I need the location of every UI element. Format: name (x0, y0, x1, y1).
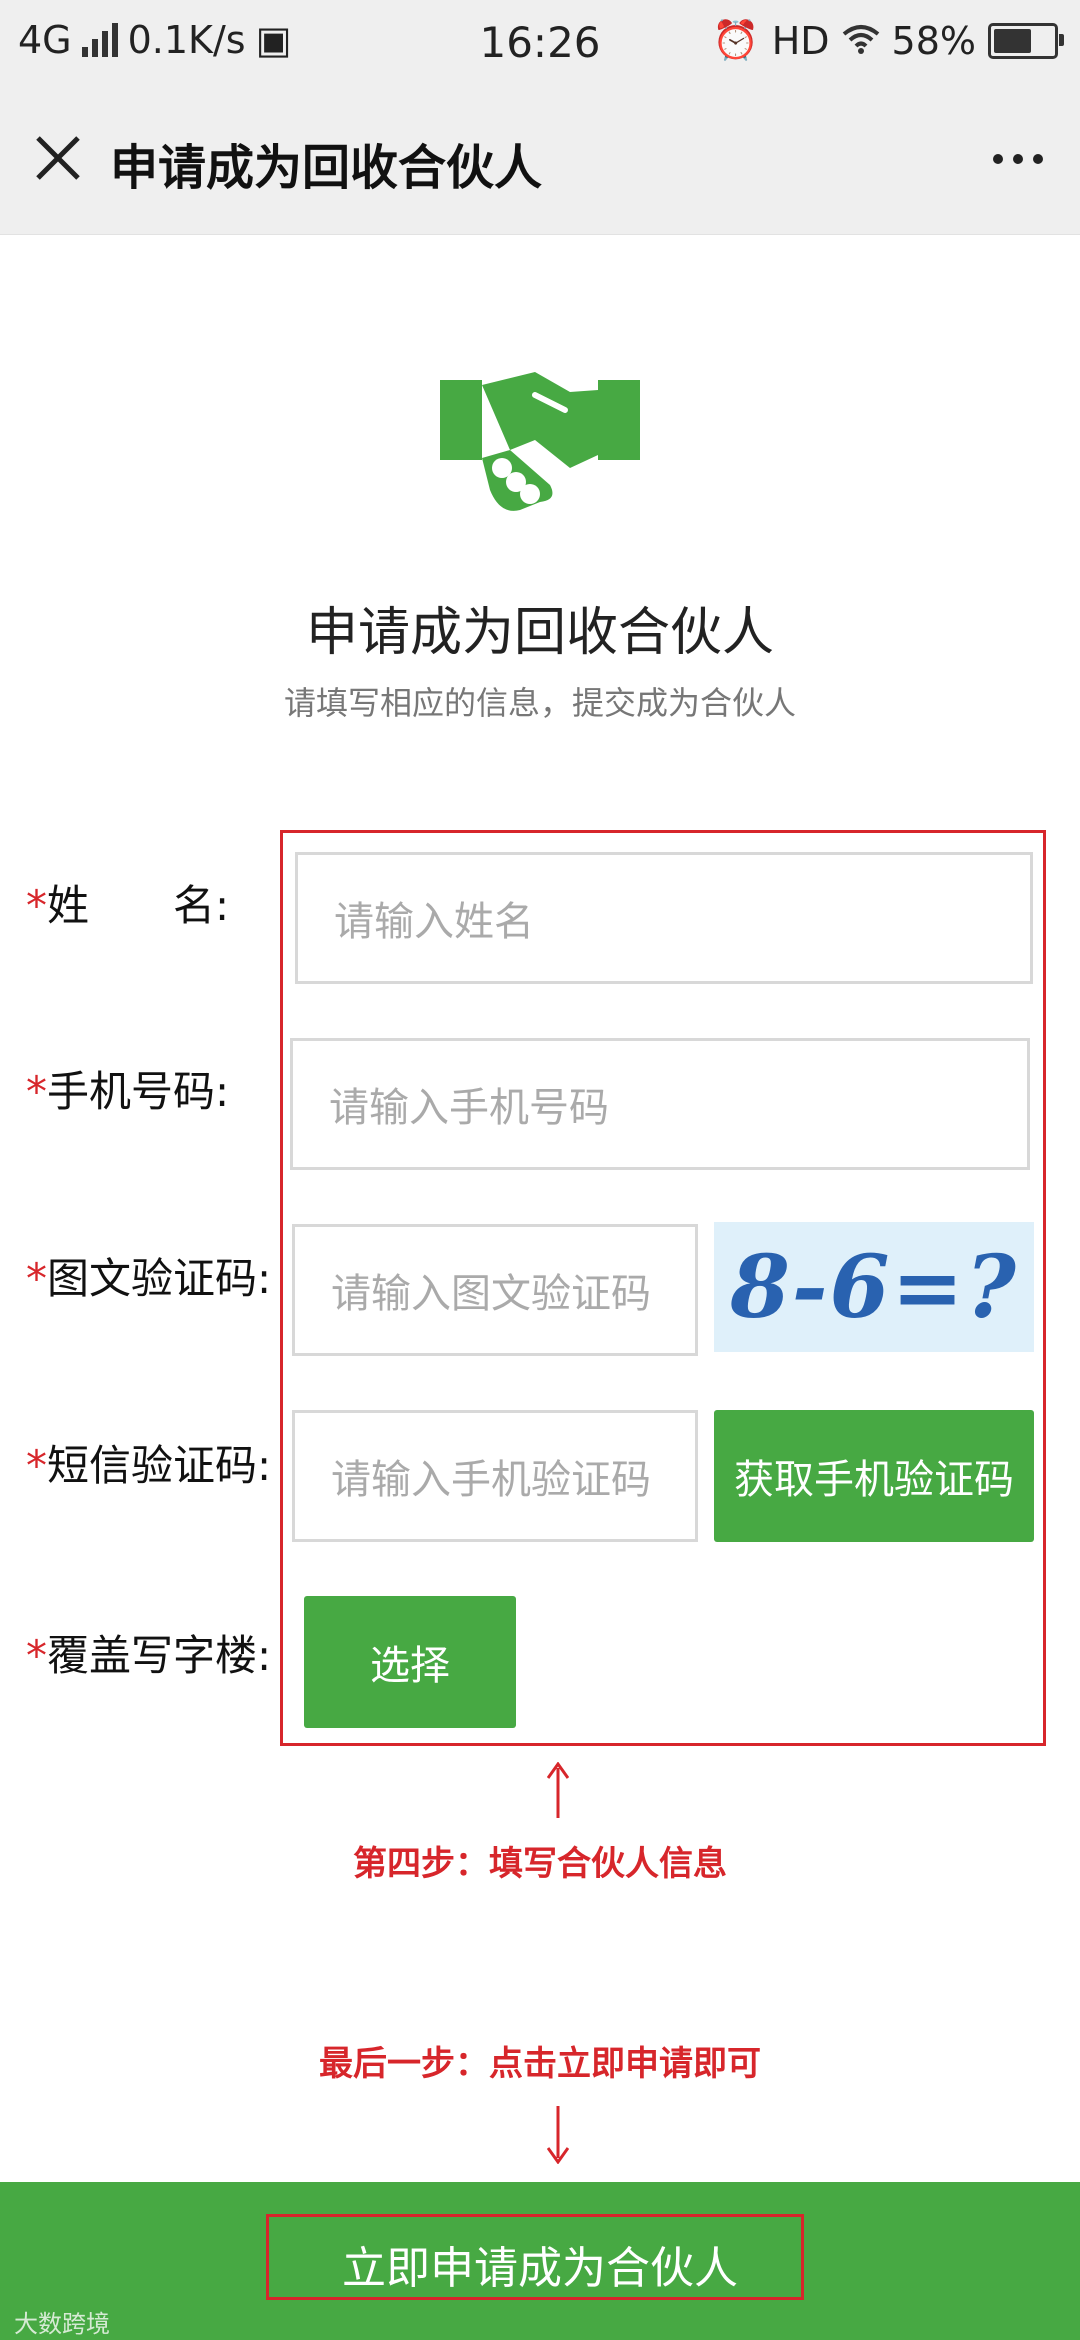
sms-code-input[interactable]: 请输入手机验证码 (292, 1410, 698, 1542)
watermark: 大数跨境 (14, 2310, 110, 2338)
phone-label-text: 手机号码: (47, 1067, 230, 1116)
name-label: *姓 名: (26, 872, 229, 933)
final-step-note: 最后一步：点击立即申请即可 (319, 2044, 761, 2084)
get-sms-code-button[interactable]: 获取手机验证码 (714, 1410, 1034, 1542)
name-input[interactable]: 请输入姓名 (295, 852, 1033, 984)
building-label-text: 覆盖写字楼: (47, 1631, 272, 1680)
captcha-image[interactable]: 8-6=? (714, 1222, 1034, 1352)
hero-title: 申请成为回收合伙人 (305, 603, 774, 663)
wifi-icon (842, 19, 880, 63)
captcha-image-text: 8-6=? (730, 1236, 1018, 1338)
required-mark: * (26, 1254, 47, 1303)
phone-placeholder: 请输入手机号码 (329, 1085, 609, 1131)
status-right: ⏰ HD 58% (712, 18, 1064, 63)
hero-subtitle: 请填写相应的信息，提交成为合伙人 (283, 684, 796, 722)
more-options-icon[interactable] (988, 144, 1048, 174)
captcha-input[interactable]: 请输入图文验证码 (292, 1224, 698, 1356)
arrow-up-icon (547, 1762, 569, 1818)
select-building-button[interactable]: 选择 (304, 1596, 516, 1728)
status-bar: 4G 0.1K/s ▣ 16:26 ⏰ HD 58% (0, 0, 1080, 84)
building-label: *覆盖写字楼: (26, 1622, 271, 1683)
title-bar: 申请成为回收合伙人 (0, 84, 1080, 235)
captcha-placeholder: 请输入图文验证码 (331, 1271, 651, 1317)
battery-icon (988, 22, 1064, 59)
arrow-down-icon (547, 2106, 569, 2164)
alarm-icon: ⏰ (712, 18, 760, 62)
phone-label: *手机号码: (26, 1058, 229, 1119)
phone-input[interactable]: 请输入手机号码 (290, 1038, 1030, 1170)
name-placeholder: 请输入姓名 (334, 899, 534, 945)
required-mark: * (26, 1441, 47, 1490)
required-mark: * (26, 881, 47, 930)
name-label-text: 姓 名: (47, 881, 230, 930)
close-icon[interactable] (30, 130, 86, 186)
required-mark: * (26, 1631, 47, 1680)
hd-label: HD (771, 18, 830, 63)
battery-percent: 58% (891, 18, 976, 63)
required-mark: * (26, 1067, 47, 1116)
submit-button-label[interactable]: 立即申请成为合伙人 (0, 2232, 1080, 2296)
sms-label: *短信验证码: (26, 1432, 271, 1493)
page-title: 申请成为回收合伙人 (110, 140, 543, 196)
sms-label-text: 短信验证码: (47, 1441, 272, 1490)
captcha-label-text: 图文验证码: (47, 1254, 272, 1303)
handshake-icon (440, 372, 640, 511)
step4-note: 第四步：填写合伙人信息 (353, 1844, 727, 1884)
sms-placeholder: 请输入手机验证码 (331, 1457, 651, 1503)
captcha-label: *图文验证码: (26, 1245, 271, 1306)
